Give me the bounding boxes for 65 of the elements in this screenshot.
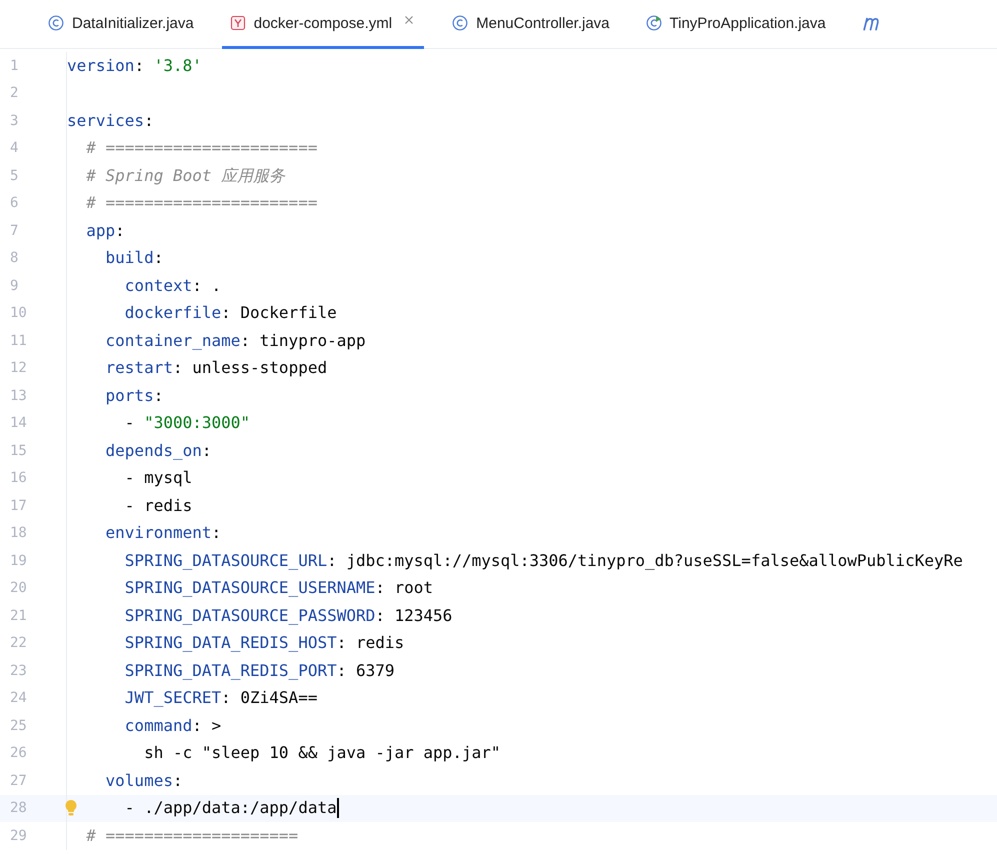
file-tab[interactable]: TinyProApplication.java	[638, 0, 854, 49]
code-line: sh -c "sleep 10 && java -jar app.jar"	[143, 743, 500, 764]
code-line: SPRING_DATASOURCE_USERNAME: root	[124, 578, 434, 598]
code-line: environment:	[104, 523, 222, 544]
line-number: 26	[9, 745, 28, 762]
code-line: ports:	[104, 386, 164, 406]
code-line: SPRING_DATASOURCE_PASSWORD: 123456	[124, 606, 452, 626]
line-number: 23	[9, 662, 28, 679]
class-icon	[48, 15, 64, 31]
line-number: 14	[9, 415, 28, 432]
code-line: dockerfile: Dockerfile	[124, 303, 337, 324]
code-line: # ====================	[85, 826, 298, 846]
line-number: 3	[9, 112, 20, 129]
line-number: 20	[9, 580, 28, 596]
line-number: 28	[9, 800, 28, 816]
code-line: restart: unless-stopped	[104, 358, 328, 378]
code-line: - "3000:3000"	[124, 413, 250, 434]
class-icon	[452, 15, 468, 31]
line-number: 27	[9, 772, 28, 789]
line-number: 2	[9, 85, 20, 102]
line-number: 16	[9, 470, 28, 486]
line-number: 22	[9, 635, 28, 652]
line-number: 13	[9, 388, 28, 404]
file-tab[interactable]: DataInitializer.java	[40, 0, 222, 49]
code-line: command: >	[124, 716, 222, 736]
run-class-icon	[646, 15, 662, 31]
line-number: 12	[9, 360, 28, 376]
line-number: 29	[9, 828, 28, 844]
code-line: - redis	[124, 496, 192, 516]
line-number: 8	[9, 250, 20, 266]
code-line: depends_on:	[104, 440, 212, 461]
code-line: SPRING_DATA_REDIS_PORT: 6379	[124, 660, 395, 681]
line-number: 17	[9, 498, 28, 514]
code-line: version: '3.8'	[67, 56, 202, 76]
line-number: 19	[9, 552, 28, 569]
line-number: 15	[9, 442, 28, 459]
line-number: 10	[9, 305, 28, 322]
line-number: 24	[9, 690, 28, 706]
code-line: SPRING_DATASOURCE_URL: jdbc:mysql://mysql:3306/tinypro_db?useSSL=false&allowPublicKeyRe	[124, 550, 963, 571]
code-line: # Spring Boot 应用服务	[85, 166, 286, 186]
code-line: app:	[85, 220, 125, 241]
line-number: 4	[9, 140, 20, 156]
line-number: 9	[9, 278, 20, 294]
line-number: 18	[9, 525, 28, 542]
line-number: 21	[9, 608, 28, 624]
line-number: 5	[9, 168, 20, 184]
code-line: JWT_SECRET: 0Zi4SA==	[124, 688, 318, 708]
code-line: volumes:	[104, 770, 183, 791]
code-line: build:	[104, 248, 164, 268]
code-line: services:	[67, 110, 154, 131]
yaml-file-icon	[230, 15, 246, 31]
line-number: 7	[9, 222, 20, 239]
code-line: - mysql	[124, 468, 192, 488]
close-icon[interactable]	[404, 15, 414, 25]
code-line: container_name: tinypro-app	[104, 330, 366, 351]
line-number: 11	[9, 332, 28, 349]
code-line: context: .	[124, 276, 222, 296]
file-tab[interactable]: docker-compose.yml	[222, 0, 424, 49]
line-number: 1	[9, 58, 20, 74]
line-number: 6	[9, 195, 20, 212]
line-number: 25	[9, 718, 28, 734]
file-tab[interactable]: MenuController.java	[444, 0, 638, 49]
code-line: SPRING_DATA_REDIS_HOST: redis	[124, 633, 404, 654]
code-line: # ======================	[85, 138, 318, 158]
code-line: # ======================	[85, 193, 318, 214]
